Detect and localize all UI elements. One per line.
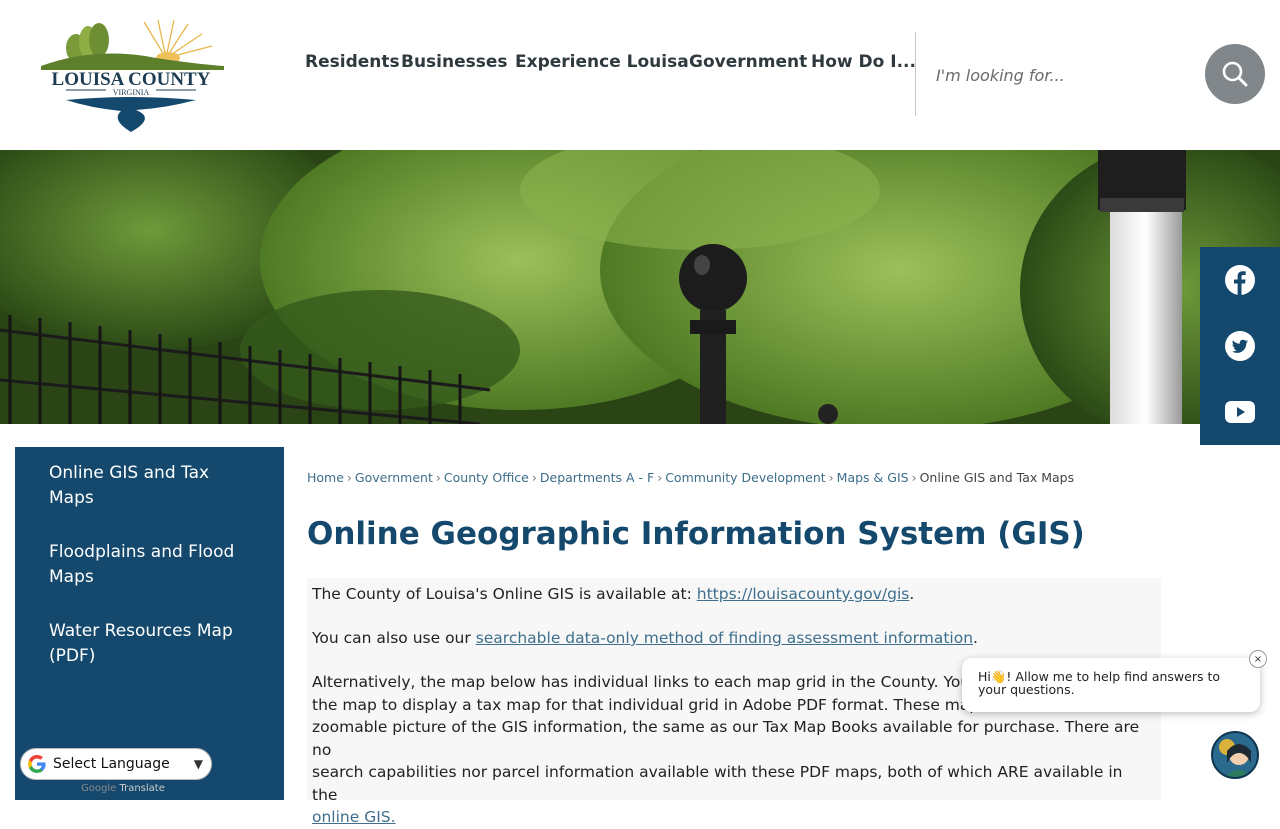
search-input[interactable] (934, 60, 1188, 90)
nav-divider (915, 32, 916, 116)
p3-line-4: search capabilities nor parcel informati… (312, 763, 1123, 804)
nav-government[interactable]: Government (689, 52, 807, 72)
svg-text:LOUISA COUNTY: LOUISA COUNTY (52, 69, 211, 90)
search-method-paragraph: You can also use our searchable data-onl… (312, 627, 1152, 650)
language-select[interactable]: Select Language ▼ (20, 748, 212, 780)
chevron-down-icon: ▼ (193, 757, 203, 771)
online-gis-link[interactable]: online GIS. (312, 808, 396, 826)
hero-banner-image (0, 150, 1280, 424)
search-icon (1222, 61, 1248, 87)
chat-message: Hi👋! Allow me to help find answers to yo… (978, 669, 1221, 697)
chat-greeting-bubble[interactable]: Hi👋! Allow me to help find answers to yo… (962, 658, 1260, 712)
p2-end: . (973, 629, 978, 647)
gis-availability-paragraph: The County of Louisa's Online GIS is ava… (312, 583, 1152, 606)
county-logo[interactable]: LOUISA COUNTY VIRGINIA (36, 18, 226, 136)
twitter-icon (1225, 331, 1255, 361)
close-icon: × (1253, 653, 1263, 665)
translate-label: Translate (119, 783, 165, 794)
breadcrumb-home[interactable]: Home (307, 470, 344, 485)
chatbot-avatar-icon (1213, 733, 1257, 777)
facebook-link[interactable] (1200, 247, 1280, 313)
facebook-icon (1225, 265, 1255, 295)
search-button[interactable] (1205, 44, 1265, 104)
youtube-icon (1225, 401, 1255, 423)
breadcrumb-current: Online GIS and Tax Maps (919, 470, 1075, 485)
nav-residents[interactable]: Residents (305, 52, 400, 72)
social-media-bar (1200, 247, 1280, 445)
google-label: Google (81, 783, 117, 794)
breadcrumb-government[interactable]: Government (355, 470, 433, 485)
breadcrumb-maps-gis[interactable]: Maps & GIS (837, 470, 909, 485)
nav-how-do-i[interactable]: How Do I... (811, 52, 916, 72)
nav-experience-louisa[interactable]: Experience Louisa (515, 52, 689, 72)
site-header: LOUISA COUNTY VIRGINIA Residents Busines… (0, 0, 1280, 150)
sidebar-item-floodplains[interactable]: Floodplains and Flood Maps (49, 540, 259, 590)
twitter-link[interactable] (1200, 313, 1280, 379)
breadcrumb-county-office[interactable]: County Office (444, 470, 529, 485)
youtube-link[interactable] (1200, 379, 1280, 445)
page-title: Online Geographic Information System (GI… (307, 516, 1085, 552)
p3-line-3: zoomable picture of the GIS information,… (312, 718, 1140, 759)
nav-businesses[interactable]: Businesses (401, 52, 508, 72)
chat-close-button[interactable]: × (1249, 650, 1267, 668)
google-g-icon (28, 755, 46, 773)
breadcrumb-community-development[interactable]: Community Development (665, 470, 825, 485)
p2-text: You can also use our (312, 629, 476, 647)
sidebar-item-water-resources-map[interactable]: Water Resources Map (PDF) (49, 619, 259, 669)
searchable-data-link[interactable]: searchable data-only method of finding a… (476, 629, 973, 647)
breadcrumb: Home › Government › County Office › Department… (307, 470, 1075, 485)
powered-by-google[interactable]: Google Translate (81, 783, 165, 794)
p1-end: . (909, 585, 915, 603)
svg-text:VIRGINIA: VIRGINIA (113, 88, 150, 97)
chat-avatar-button[interactable] (1211, 731, 1259, 779)
gis-url-link[interactable]: https://louisacounty.gov/gis (697, 585, 910, 603)
p1-text: The County of Louisa's Online GIS is ava… (312, 585, 697, 603)
sidebar-item-online-gis[interactable]: Online GIS and Tax Maps (49, 461, 259, 511)
language-select-label: Select Language (53, 756, 170, 772)
breadcrumb-departments[interactable]: Departments A - F (540, 470, 654, 485)
